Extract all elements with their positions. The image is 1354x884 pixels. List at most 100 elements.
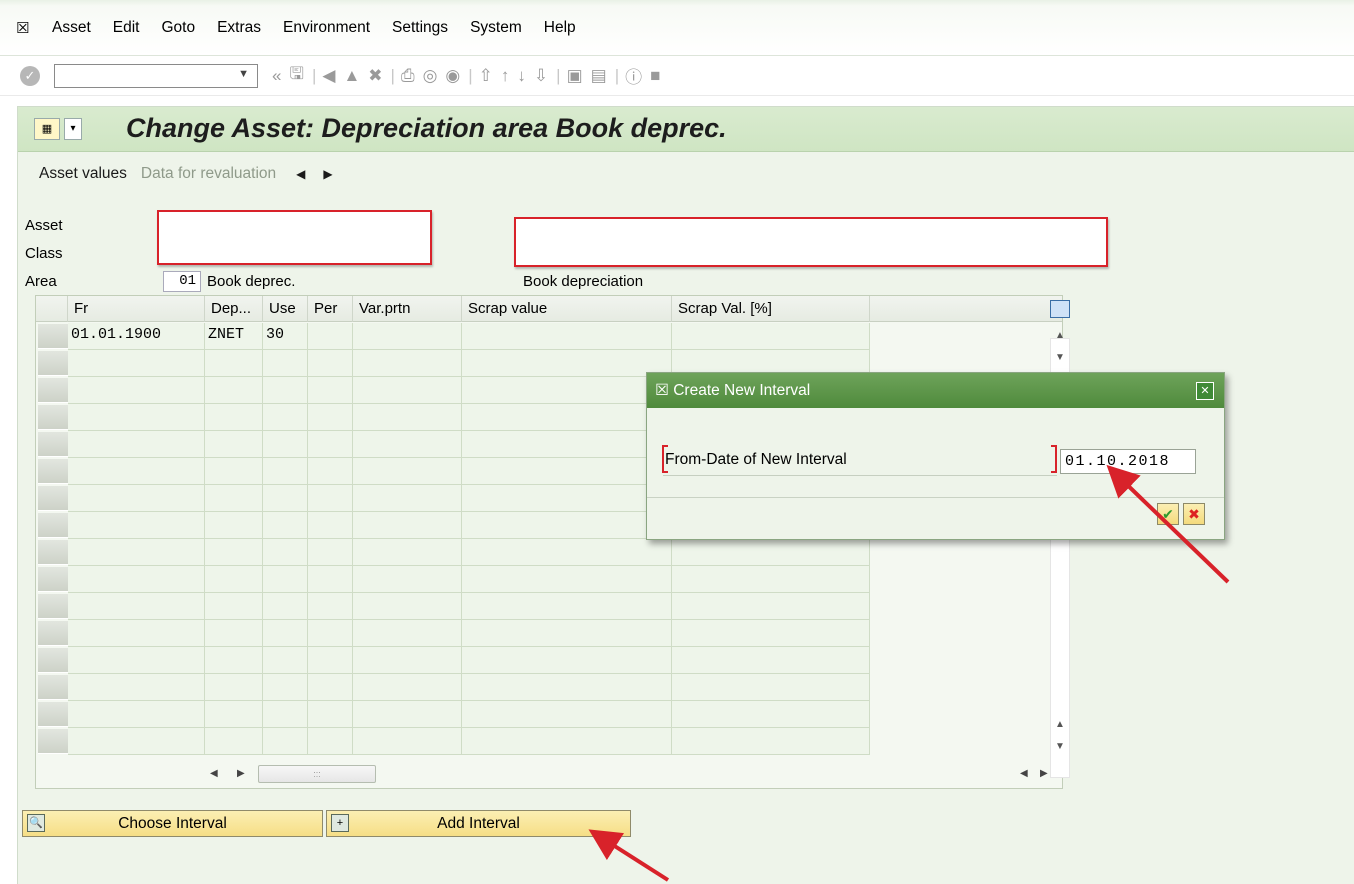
- new-session-icon[interactable]: ▣: [567, 66, 583, 86]
- table-cell[interactable]: [205, 512, 263, 539]
- choose-interval-button[interactable]: 🔍 Choose Interval: [22, 810, 323, 837]
- table-cell[interactable]: [462, 350, 672, 377]
- table-cell[interactable]: [68, 377, 205, 404]
- previous-page-icon[interactable]: ↑: [501, 66, 510, 86]
- table-cell[interactable]: [462, 431, 672, 458]
- table-cell[interactable]: [205, 593, 263, 620]
- table-cell[interactable]: [68, 539, 205, 566]
- table-cell[interactable]: [68, 512, 205, 539]
- table-row[interactable]: [68, 647, 870, 674]
- table-cell[interactable]: [672, 539, 870, 566]
- help-icon[interactable]: ⓘ: [625, 63, 642, 88]
- table-row[interactable]: [68, 701, 870, 728]
- back-double-icon[interactable]: «: [272, 66, 281, 86]
- row-selector[interactable]: [38, 675, 68, 700]
- menu-edit[interactable]: Edit: [113, 19, 140, 37]
- table-row[interactable]: [68, 539, 870, 566]
- table-cell[interactable]: [205, 728, 263, 755]
- table-row[interactable]: [68, 566, 870, 593]
- column-header-varprtn[interactable]: Var.prtn: [353, 296, 462, 322]
- table-cell[interactable]: [353, 647, 462, 674]
- table-cell[interactable]: [308, 404, 353, 431]
- table-cell[interactable]: [462, 323, 672, 350]
- table-cell[interactable]: [462, 566, 672, 593]
- row-selector[interactable]: [38, 702, 68, 727]
- table-row[interactable]: [68, 728, 870, 755]
- table-cell[interactable]: [308, 377, 353, 404]
- table-cell[interactable]: [263, 728, 308, 755]
- row-selector[interactable]: [38, 567, 68, 592]
- back-icon[interactable]: ◀: [322, 66, 335, 86]
- row-selector[interactable]: [38, 540, 68, 565]
- table-cell[interactable]: ZNET: [205, 323, 263, 350]
- table-cell[interactable]: [353, 620, 462, 647]
- table-cell[interactable]: [68, 593, 205, 620]
- menu-asset[interactable]: Asset: [52, 19, 91, 37]
- menu-environment[interactable]: Environment: [283, 19, 370, 37]
- row-selector[interactable]: [38, 621, 68, 646]
- row-selector[interactable]: [38, 432, 68, 457]
- table-cell[interactable]: [353, 539, 462, 566]
- scroll-right-icon[interactable]: ▶: [237, 768, 245, 779]
- table-cell[interactable]: [462, 647, 672, 674]
- table-cell[interactable]: [462, 728, 672, 755]
- column-settings-icon[interactable]: [1050, 300, 1070, 318]
- cancel-x-icon[interactable]: ✖: [1183, 503, 1205, 525]
- menu-system[interactable]: System: [470, 19, 522, 37]
- table-cell[interactable]: [308, 728, 353, 755]
- table-cell[interactable]: [205, 458, 263, 485]
- table-cell[interactable]: [353, 566, 462, 593]
- table-cell[interactable]: [308, 458, 353, 485]
- table-cell[interactable]: [353, 377, 462, 404]
- table-cell[interactable]: [263, 647, 308, 674]
- menu-goto[interactable]: Goto: [161, 19, 195, 37]
- column-header-scrap-val-pct[interactable]: Scrap Val. [%]: [672, 296, 870, 322]
- last-page-icon[interactable]: ⇩: [534, 66, 548, 86]
- table-cell[interactable]: [205, 566, 263, 593]
- table-cell[interactable]: [462, 539, 672, 566]
- table-cell[interactable]: [205, 377, 263, 404]
- table-cell[interactable]: [263, 404, 308, 431]
- chevron-down-icon[interactable]: ▼: [238, 68, 249, 80]
- table-cell[interactable]: [68, 566, 205, 593]
- table-cell[interactable]: [68, 431, 205, 458]
- row-selector[interactable]: [38, 513, 68, 538]
- table-cell[interactable]: [263, 485, 308, 512]
- scroll-up-icon[interactable]: ▲: [1055, 330, 1065, 341]
- table-cell[interactable]: [672, 323, 870, 350]
- close-icon[interactable]: ✕: [1196, 382, 1214, 400]
- screen-menu-icon[interactable]: ▦: [34, 118, 60, 140]
- table-cell[interactable]: [672, 620, 870, 647]
- table-cell[interactable]: [308, 485, 353, 512]
- previous-arrow-icon[interactable]: ◀: [296, 167, 305, 181]
- table-cell[interactable]: [308, 620, 353, 647]
- row-selector[interactable]: [38, 486, 68, 511]
- table-cell[interactable]: [263, 674, 308, 701]
- table-cell[interactable]: [353, 458, 462, 485]
- table-cell[interactable]: [308, 566, 353, 593]
- exit-icon[interactable]: ▲: [343, 66, 360, 86]
- table-cell[interactable]: [205, 674, 263, 701]
- row-selector[interactable]: [38, 378, 68, 403]
- row-selector[interactable]: [38, 459, 68, 484]
- table-cell[interactable]: [308, 512, 353, 539]
- asset-values-button[interactable]: Asset values: [39, 165, 127, 183]
- row-selector[interactable]: [38, 729, 68, 754]
- find-icon[interactable]: ◎: [423, 66, 438, 86]
- table-cell[interactable]: [308, 674, 353, 701]
- table-cell[interactable]: [462, 593, 672, 620]
- table-cell[interactable]: [353, 728, 462, 755]
- table-cell[interactable]: [462, 620, 672, 647]
- row-selector[interactable]: [38, 324, 68, 349]
- table-cell[interactable]: [672, 674, 870, 701]
- table-cell[interactable]: [308, 323, 353, 350]
- scroll-left-right-icon[interactable]: ◀: [1020, 768, 1028, 779]
- table-row[interactable]: [68, 674, 870, 701]
- table-cell[interactable]: [672, 728, 870, 755]
- table-cell[interactable]: [68, 620, 205, 647]
- enter-check-icon[interactable]: ✓: [20, 65, 40, 86]
- table-cell[interactable]: [462, 404, 672, 431]
- table-cell[interactable]: [672, 701, 870, 728]
- shortcut-icon[interactable]: ▤: [591, 66, 607, 86]
- table-cell[interactable]: [263, 512, 308, 539]
